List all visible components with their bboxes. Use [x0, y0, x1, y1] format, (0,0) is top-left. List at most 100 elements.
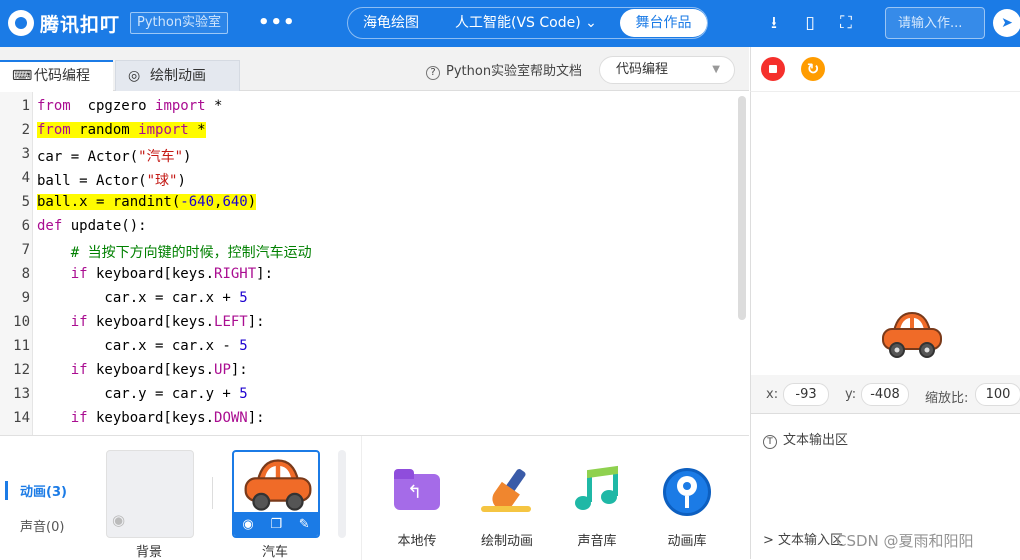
- top-bar: 腾讯扣叮 Python实验室 ••• 海龟绘图 人工智能(VS Code) ⌄ …: [0, 0, 1020, 47]
- text-input-area[interactable]: > 文本输入区: [763, 529, 843, 548]
- code-line: # 当按下方向键的时候，控制汽车运动: [37, 242, 312, 262]
- mode-select-value: 代码编程: [616, 62, 669, 77]
- more-menu-icon[interactable]: •••: [258, 12, 296, 33]
- folder-upload-icon: ↰: [391, 466, 443, 518]
- output-title: T 文本输出区: [763, 429, 848, 449]
- code-token: import: [138, 122, 189, 138]
- mode-stage-works[interactable]: 舞台作品: [620, 9, 707, 37]
- code-token: ]:: [247, 314, 265, 330]
- code-token: random: [70, 122, 139, 138]
- code-editor[interactable]: 1 2 3 4 5 6 7 8 9 10 11 12 13 14 from cpgzero import …: [0, 92, 749, 435]
- code-token: car.y = car.y +: [37, 386, 240, 402]
- code-line: if keyboard[keys.RIGHT]:: [37, 266, 273, 282]
- code-line: car = Actor("汽车"): [37, 146, 191, 166]
- code-line: car.x = car.x + 5: [37, 290, 248, 306]
- eye-icon[interactable]: ◉: [242, 517, 253, 532]
- asset-panel: 动画(3) 声音(0) ◉ 背景 ◉ ❐ ✎ 汽车 ↰ 本地传 绘制动画 声音库…: [0, 435, 749, 560]
- tab-anim[interactable]: ◎ 绘制动画: [115, 60, 240, 91]
- code-token: car.x = car.x -: [37, 338, 240, 354]
- code-token: keyboard[keys.: [87, 314, 215, 330]
- code-token: ): [177, 173, 186, 189]
- code-token: car = Actor(: [37, 149, 139, 165]
- coordinate-bar: x: -93 y: -408 缩放比: 100: [750, 375, 1020, 414]
- edit-icon[interactable]: ✎: [299, 517, 310, 532]
- search-input[interactable]: [886, 8, 984, 38]
- car-card[interactable]: ◉ ❐ ✎: [232, 450, 320, 538]
- code-token: if: [70, 410, 88, 426]
- line-number: 7: [21, 242, 30, 258]
- code-line: if keyboard[keys.LEFT]:: [37, 314, 265, 330]
- music-note-icon: [571, 465, 623, 518]
- line-number: 11: [13, 338, 30, 354]
- anim-library-label: 动画库: [667, 534, 707, 549]
- code-token: UP: [214, 362, 231, 378]
- upload-local-label: 本地传: [397, 534, 437, 549]
- draw-anim-button[interactable]: 绘制动画: [472, 466, 542, 549]
- anim-library-button[interactable]: 动画库: [652, 466, 722, 549]
- scale-field[interactable]: 100: [975, 383, 1020, 406]
- code-token: 5: [239, 338, 248, 354]
- sound-library-button[interactable]: 声音库: [562, 465, 632, 549]
- ghost-icon: ◎: [128, 68, 141, 84]
- help-link[interactable]: ? Python实验室帮助文档: [426, 60, 582, 80]
- line-number: 14: [13, 410, 30, 426]
- code-token: from: [37, 122, 71, 138]
- code-token: if: [70, 314, 88, 330]
- code-token: keyboard[keys.: [87, 362, 215, 378]
- send-icon[interactable]: ➤: [993, 9, 1020, 37]
- code-token: keyboard[keys.: [87, 266, 215, 282]
- code-line: if keyboard[keys.UP]:: [37, 362, 248, 378]
- code-token: import: [155, 98, 206, 114]
- anim-library-pupil: [683, 482, 691, 490]
- download-icon[interactable]: ⭳: [763, 12, 785, 34]
- line-gutter: 1 2 3 4 5 6 7 8 9 10 11 12 13 14: [0, 92, 33, 435]
- car-sprite[interactable]: [880, 309, 944, 361]
- y-label: y:: [845, 387, 857, 402]
- code-line: from random import *: [37, 122, 206, 138]
- partial-card[interactable]: [338, 450, 346, 538]
- line-number: 10: [13, 314, 30, 330]
- tab-code[interactable]: ⌨ 代码编程: [0, 60, 113, 91]
- code-token: ): [183, 149, 192, 165]
- code-token: ball = Actor(: [37, 173, 147, 189]
- sound-library-label: 声音库: [577, 534, 617, 549]
- stage-canvas[interactable]: [750, 91, 1020, 375]
- background-label: 背景: [136, 545, 163, 560]
- mode-ai[interactable]: 人工智能(VS Code) ⌄: [455, 8, 597, 38]
- restart-button[interactable]: ↻: [801, 57, 825, 81]
- upload-local-button[interactable]: ↰ 本地传: [382, 466, 452, 549]
- car-wheel-left: [252, 492, 271, 511]
- mode-select[interactable]: 代码编程 ▼: [599, 56, 735, 84]
- upload-arrow-icon: ↰: [407, 482, 423, 503]
- copy-icon[interactable]: ❐: [270, 517, 282, 532]
- code-token: 5: [239, 290, 248, 306]
- code-token: if: [70, 266, 88, 282]
- tab-anim-label: 绘制动画: [150, 68, 206, 84]
- editor-scrollbar[interactable]: [738, 96, 746, 320]
- code-file-icon: ⌨: [12, 68, 33, 84]
- code-token: if: [70, 362, 88, 378]
- background-card[interactable]: ◉: [106, 450, 194, 538]
- side-tab-sound[interactable]: 声音(0): [5, 516, 64, 535]
- stop-button[interactable]: [761, 57, 785, 81]
- code-token: RIGHT: [214, 266, 257, 282]
- line-number: 5: [21, 194, 30, 210]
- car-hubcap-right: [924, 347, 930, 353]
- code-token: DOWN: [214, 410, 248, 426]
- code-token: ]:: [247, 410, 265, 426]
- line-number: 1: [21, 98, 30, 114]
- side-tab-anim[interactable]: 动画(3): [5, 481, 67, 500]
- eye-icon[interactable]: ◉: [112, 511, 125, 529]
- y-field[interactable]: -408: [861, 383, 909, 406]
- code-token: LEFT: [214, 314, 248, 330]
- fullscreen-icon[interactable]: ⛶: [835, 12, 857, 34]
- mode-turtle[interactable]: 海龟绘图: [363, 8, 419, 38]
- logo[interactable]: 腾讯扣叮: [8, 8, 120, 38]
- code-token: ]:: [256, 266, 274, 282]
- x-field[interactable]: -93: [783, 383, 829, 406]
- stage-toolbar: ↻: [750, 47, 1020, 91]
- mobile-icon[interactable]: ▯: [799, 12, 821, 34]
- code-token: -640: [180, 194, 215, 210]
